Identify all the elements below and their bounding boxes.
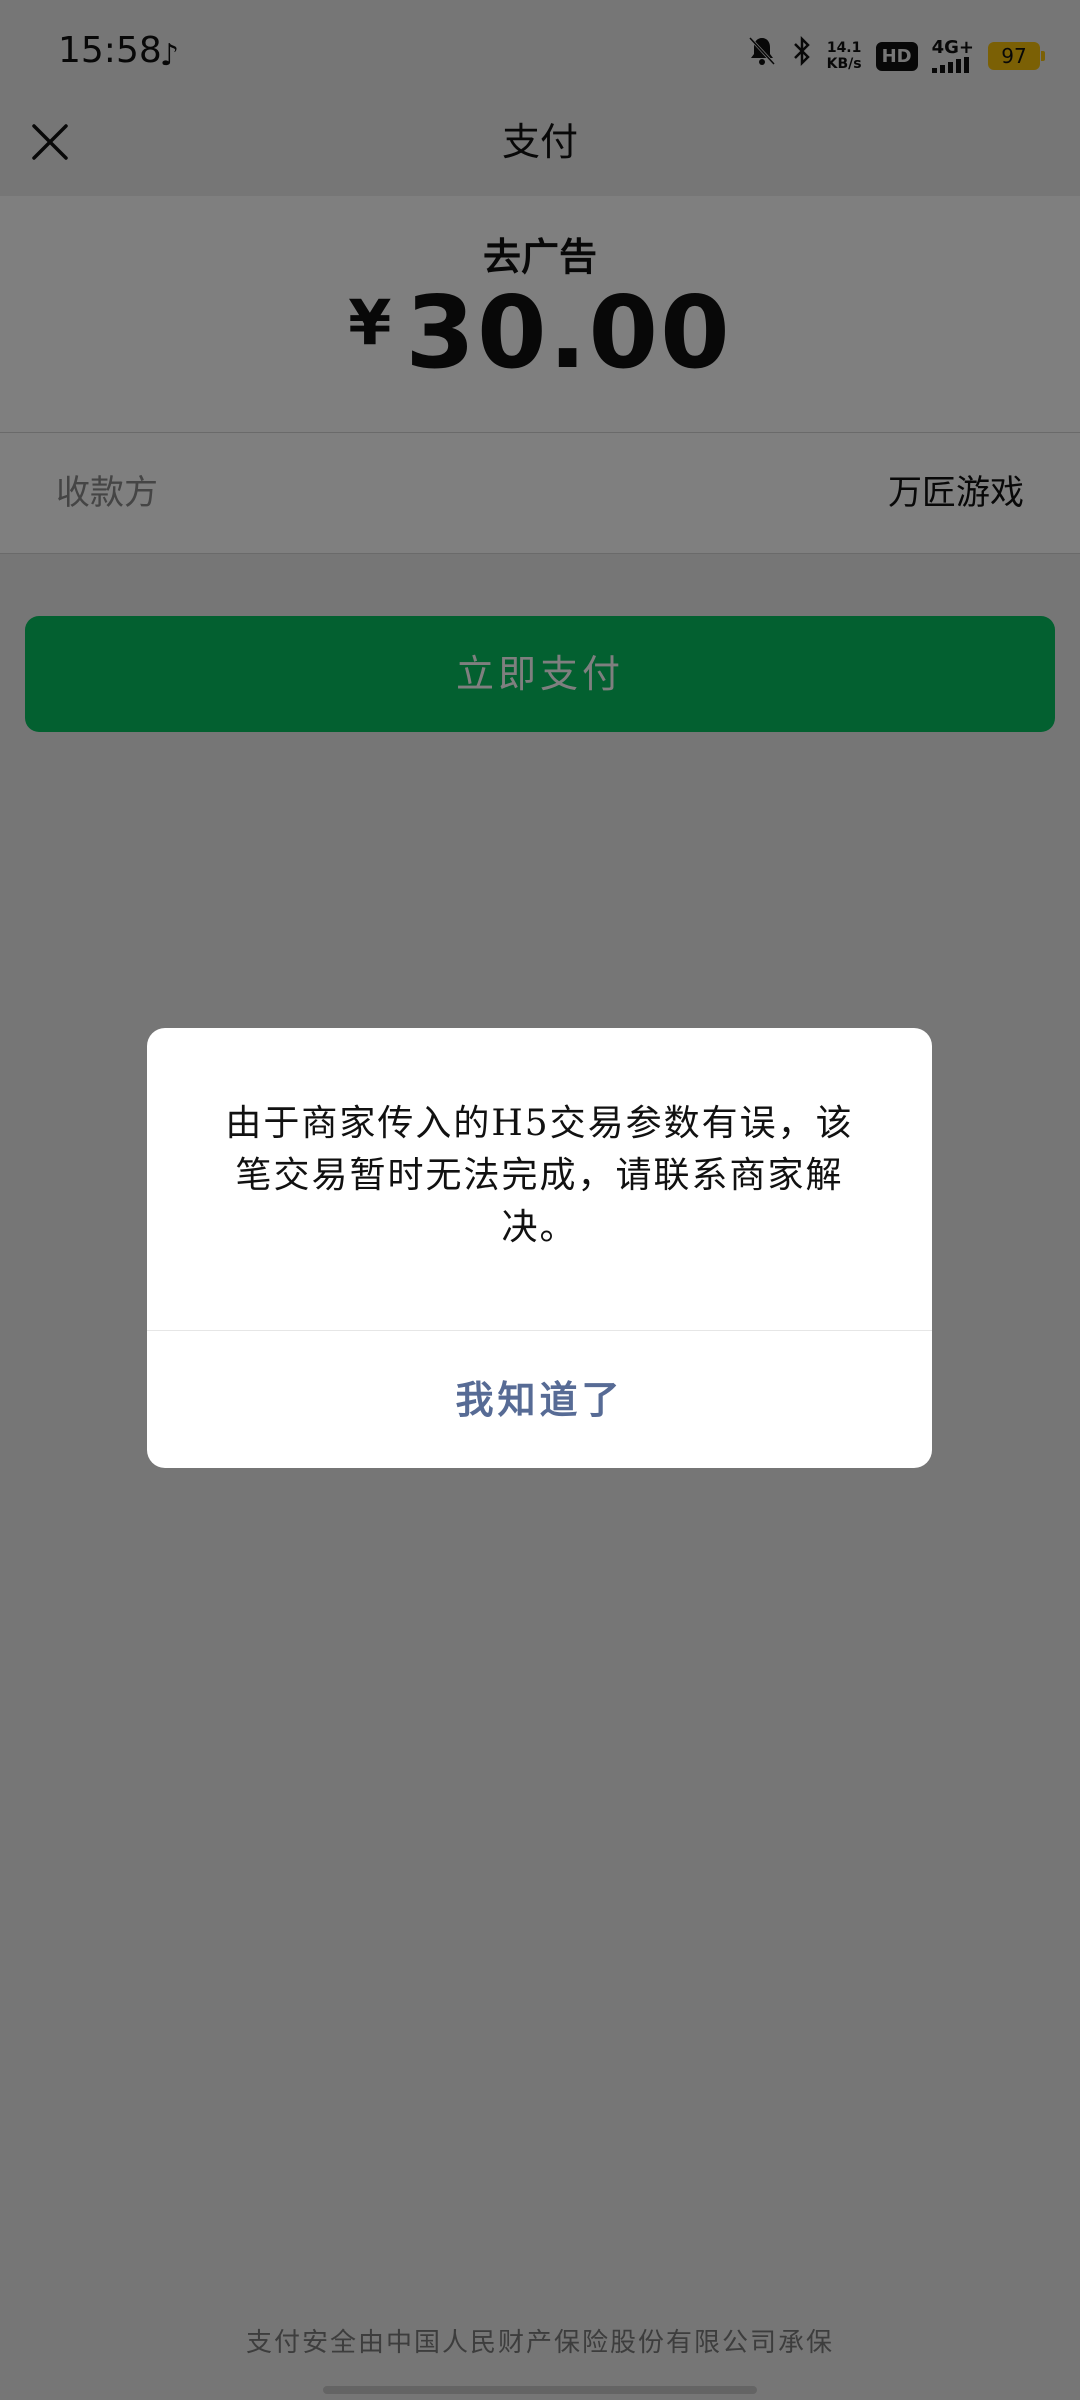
error-dialog: 由于商家传入的H5交易参数有误，该笔交易暂时无法完成，请联系商家解决。 我知道了 (147, 1028, 932, 1468)
dialog-message: 由于商家传入的H5交易参数有误，该笔交易暂时无法完成，请联系商家解决。 (225, 1103, 854, 1248)
dialog-confirm-button[interactable]: 我知道了 (147, 1331, 932, 1468)
